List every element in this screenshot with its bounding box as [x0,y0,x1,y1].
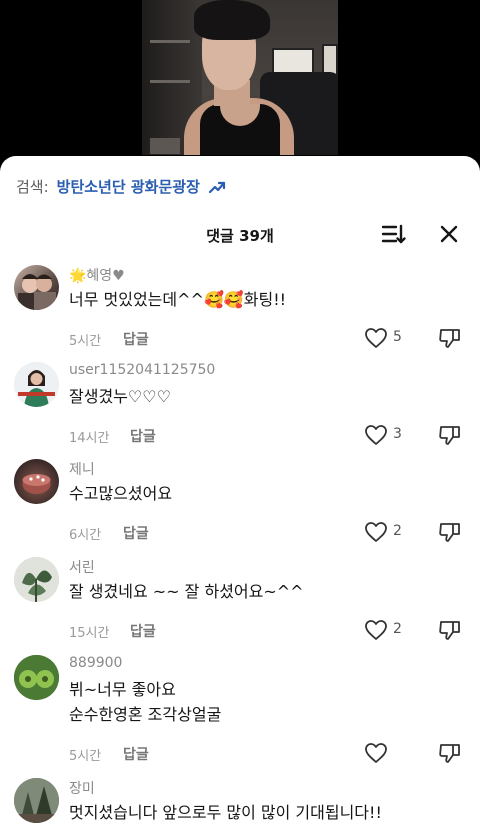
thumbs-down-icon[interactable] [438,327,462,349]
heart-icon[interactable] [364,521,388,543]
related-search[interactable]: 검색: 방탄소년단 광화문광장 [16,176,226,197]
like-count: 2 [393,621,402,637]
comment-username[interactable]: 장미 [69,778,95,798]
thumbs-down-icon[interactable] [438,742,462,764]
thumbs-down-icon[interactable] [438,521,462,543]
search-prefix: 검색: [16,178,49,196]
comment-username[interactable]: user1152041125750 [69,362,215,378]
comment-text: 뷔~너무 좋아요 [69,680,176,699]
comment-text: 잘 생겼네요 ~~ 잘 하셨어요~^^ [69,582,304,601]
reply-button[interactable]: 답글 [130,426,156,446]
like-count: 3 [393,426,402,442]
thumbs-down-icon[interactable] [438,619,462,641]
comment-username[interactable]: 제니 [69,459,95,479]
avatar[interactable] [14,265,59,310]
reply-button[interactable]: 답글 [123,744,149,764]
comment-username[interactable]: 🌟혜영♥ [69,265,125,285]
like-count: 2 [393,523,402,539]
comment-time: 6시간 [69,528,102,543]
heart-icon[interactable] [364,327,388,349]
reply-button[interactable]: 답글 [130,621,156,641]
sort-icon[interactable] [381,222,407,246]
comment-time: 5시간 [69,749,102,764]
comment-username[interactable]: 889900 [69,655,122,671]
trending-icon [208,181,225,193]
avatar[interactable] [14,362,59,407]
heart-icon[interactable] [364,742,388,764]
heart-icon[interactable] [364,619,388,641]
comment-time: 15시간 [69,626,110,641]
video-thumbnail [142,0,338,155]
comment-text: 잘생겼누♡♡♡ [69,387,171,406]
comment-username[interactable]: 서린 [69,557,95,577]
search-query-link[interactable]: 방탄소년단 광화문광장 [57,176,200,197]
comment-text: 순수한영혼 조각상얼굴 [69,705,222,724]
reply-button[interactable]: 답글 [123,523,149,543]
heart-icon[interactable] [364,424,388,446]
comment-text: 멋지셨습니다 앞으로두 많이 많이 기대됩니다!! [69,803,382,822]
comment-text: 너무 멋있었는데^^🥰🥰화팅!! [69,290,287,309]
avatar[interactable] [14,655,59,700]
like-count: 5 [393,329,402,345]
thumbs-down-icon[interactable] [438,424,462,446]
avatar[interactable] [14,557,59,602]
reply-button[interactable]: 답글 [123,329,149,349]
close-icon[interactable] [437,222,461,246]
video-player[interactable] [0,0,480,170]
comment-time: 14시간 [69,431,110,446]
comments-count-title: 댓글 39개 [206,227,274,245]
comments-header: 댓글 39개 [0,220,480,248]
comments-sheet: 검색: 방탄소년단 광화문광장 댓글 39개 🌟혜영♥ 너무 멋있었는데^^🥰🥰… [0,156,480,832]
comment-text: 수고많으셨어요 [69,484,173,503]
avatar[interactable] [14,778,59,823]
avatar[interactable] [14,459,59,504]
comment-time: 5시간 [69,334,102,349]
